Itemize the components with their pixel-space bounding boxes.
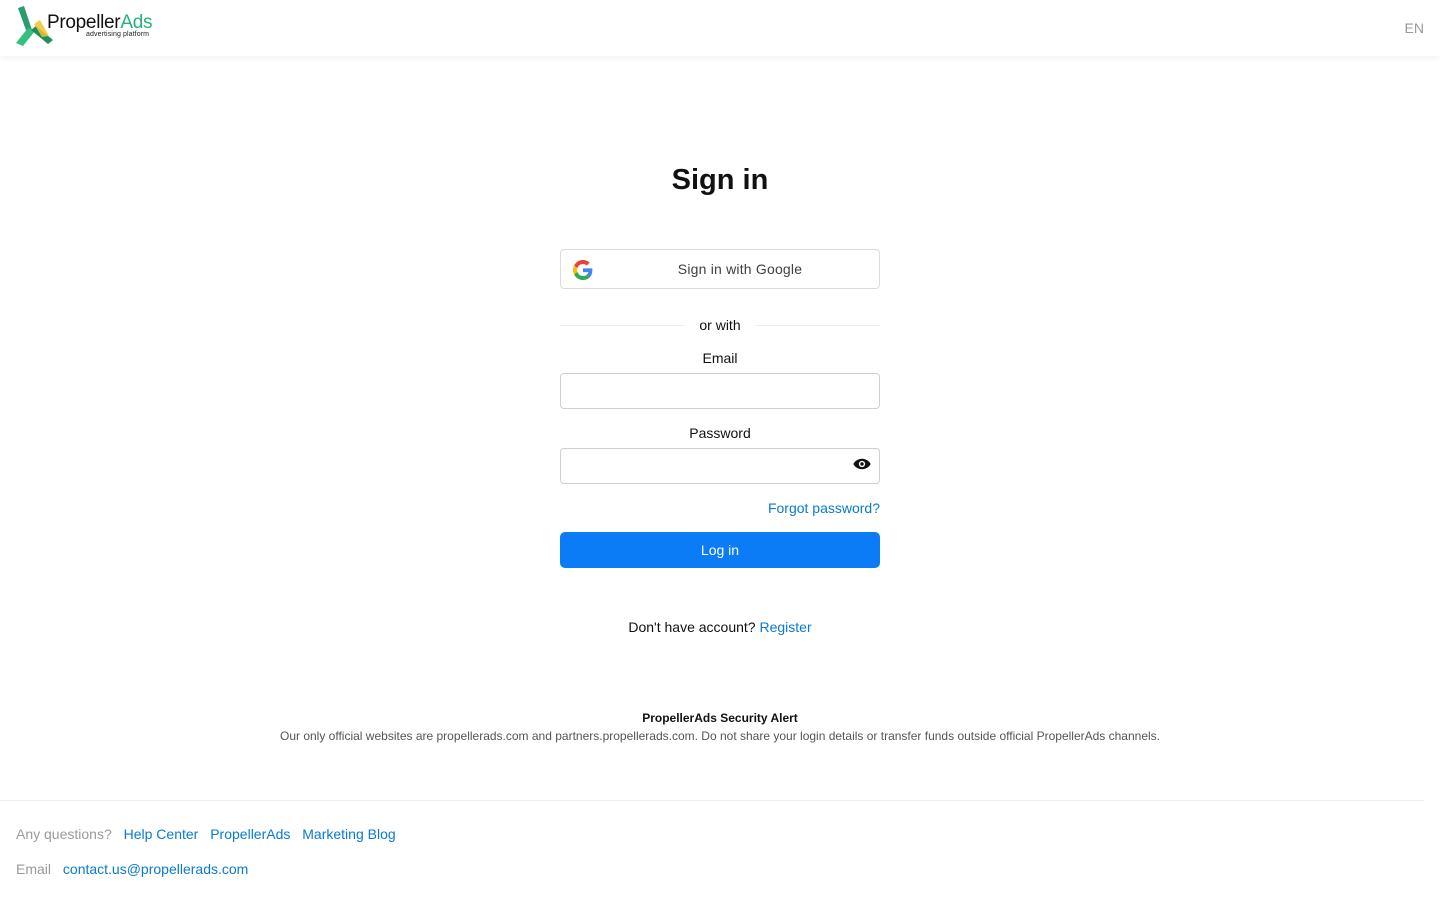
footer-link-help-center[interactable]: Help Center (124, 826, 199, 842)
footer-link-propellerads[interactable]: PropellerAds (210, 826, 290, 842)
register-prompt: Don't have account? (628, 619, 756, 635)
eye-icon[interactable] (853, 457, 871, 471)
language-selector[interactable]: EN (1405, 20, 1424, 36)
register-row: Don't have account? Register (0, 619, 1440, 635)
password-label: Password (689, 425, 751, 441)
security-alert-title: PropellerAds Security Alert (642, 711, 798, 725)
top-bar: PropellerAds advertising platform EN (0, 0, 1440, 56)
google-signin-button[interactable]: Sign in with Google (560, 249, 880, 289)
email-label: Email (702, 350, 738, 366)
footer-email-label: Email (16, 861, 52, 877)
email-field[interactable] (560, 373, 880, 409)
forgot-password-link[interactable]: Forgot password? (768, 500, 880, 516)
security-alert-text: Our only official websites are propeller… (279, 729, 1161, 743)
footer-questions-label: Any questions? (16, 826, 112, 842)
password-field[interactable] (560, 448, 880, 484)
brand-name-part2: Ads (120, 12, 153, 33)
footer-email-row: Email contact.us@propellerads.com (16, 861, 256, 877)
footer-questions-row: Any questions? Help Center PropellerAds … (16, 826, 404, 842)
brand-tagline: advertising platform (86, 31, 150, 38)
google-g-icon (573, 260, 593, 280)
footer-link-marketing-blog[interactable]: Marketing Blog (302, 826, 395, 842)
footer-email-link[interactable]: contact.us@propellerads.com (63, 861, 248, 877)
divider-text: or with (699, 317, 741, 333)
or-with-divider: or with (560, 316, 880, 334)
register-link[interactable]: Register (759, 619, 811, 635)
footer-divider (0, 800, 1424, 801)
page-title: Sign in (671, 164, 769, 196)
brand-name-part1: Propeller (47, 12, 121, 33)
login-button[interactable]: Log in (560, 532, 880, 568)
google-signin-label: Sign in with Google (677, 261, 803, 277)
propellerads-logo[interactable]: PropellerAds advertising platform (15, 6, 160, 48)
